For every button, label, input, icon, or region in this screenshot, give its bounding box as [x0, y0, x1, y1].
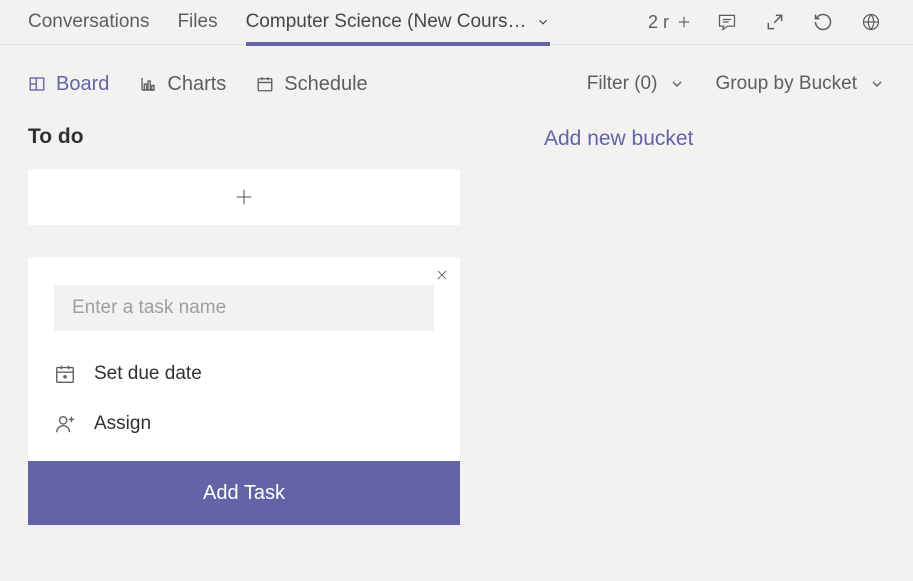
- view-tab-board[interactable]: Board: [28, 73, 109, 96]
- filter-button[interactable]: Filter (0): [587, 73, 686, 95]
- chat-icon: [717, 12, 737, 32]
- room-count[interactable]: 2 r: [648, 12, 693, 33]
- plus-icon: [233, 186, 255, 208]
- top-right-actions: 2 r: [648, 8, 885, 36]
- task-name-input[interactable]: [54, 285, 434, 331]
- tab-files[interactable]: Files: [177, 0, 217, 44]
- close-icon: [435, 268, 449, 282]
- expand-icon: [765, 12, 785, 32]
- board-area: To do Set due date Assign Add Task Add n…: [0, 105, 913, 545]
- group-by-label: Group by Bucket: [715, 73, 857, 95]
- expand-icon-button[interactable]: [761, 8, 789, 36]
- globe-icon: [861, 12, 881, 32]
- view-filters: Filter (0) Group by Bucket: [587, 73, 885, 95]
- new-task-form: Set due date Assign Add Task: [28, 257, 460, 525]
- refresh-icon-button[interactable]: [809, 8, 837, 36]
- chevron-down-icon: [536, 15, 550, 29]
- globe-icon-button[interactable]: [857, 8, 885, 36]
- add-task-card[interactable]: [28, 169, 460, 225]
- schedule-icon: [256, 75, 274, 93]
- room-count-text: 2 r: [648, 12, 669, 33]
- chevron-down-icon: [869, 76, 885, 92]
- set-due-date-option[interactable]: Set due date: [28, 349, 460, 399]
- refresh-icon: [813, 12, 833, 32]
- chevron-down-icon: [669, 76, 685, 92]
- add-task-button[interactable]: Add Task: [28, 461, 460, 525]
- view-tabs: Board Charts Schedule: [28, 73, 368, 96]
- filter-label: Filter (0): [587, 73, 658, 95]
- assign-label: Assign: [94, 413, 151, 435]
- view-tab-charts[interactable]: Charts: [139, 73, 226, 96]
- view-tab-board-label: Board: [56, 73, 109, 96]
- view-bar: Board Charts Schedule Filter (0) Group b…: [0, 45, 913, 105]
- set-due-date-label: Set due date: [94, 363, 202, 385]
- view-tab-schedule[interactable]: Schedule: [256, 73, 367, 96]
- plus-icon: [675, 13, 693, 31]
- tab-conversations[interactable]: Conversations: [28, 0, 149, 44]
- view-tab-schedule-label: Schedule: [284, 73, 367, 96]
- calendar-icon: [54, 363, 76, 385]
- chat-icon-button[interactable]: [713, 8, 741, 36]
- assign-icon: [54, 413, 76, 435]
- add-new-bucket[interactable]: Add new bucket: [544, 125, 693, 525]
- group-by-button[interactable]: Group by Bucket: [715, 73, 885, 95]
- board-icon: [28, 75, 46, 93]
- assign-option[interactable]: Assign: [28, 399, 460, 449]
- tab-planner-active[interactable]: Computer Science (New Cours…: [246, 0, 551, 44]
- bucket-title[interactable]: To do: [28, 125, 460, 149]
- close-button[interactable]: [432, 265, 452, 285]
- top-tab-bar: Conversations Files Computer Science (Ne…: [0, 0, 913, 44]
- view-tab-charts-label: Charts: [167, 73, 226, 96]
- tab-active-label: Computer Science (New Cours…: [246, 11, 527, 33]
- charts-icon: [139, 75, 157, 93]
- bucket-todo: To do Set due date Assign Add Task: [28, 125, 460, 525]
